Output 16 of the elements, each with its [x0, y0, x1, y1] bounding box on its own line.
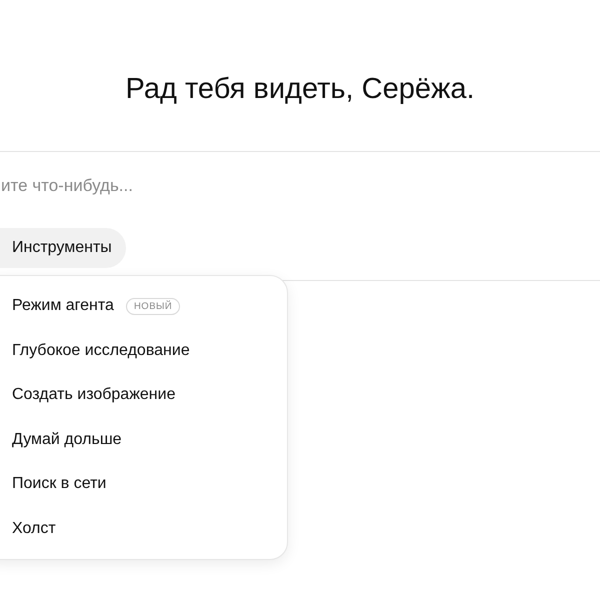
menu-item-label: Холст [12, 520, 56, 538]
menu-item-label: Режим агента [12, 297, 114, 316]
menu-item[interactable]: Создать изображение [0, 373, 287, 418]
menu-item[interactable]: Поиск в сети [0, 462, 287, 506]
message-input[interactable]: ите что-нибудь... [1, 172, 401, 200]
tools-button[interactable]: Инструменты [0, 228, 126, 268]
new-badge: НОВЫЙ [126, 298, 180, 315]
menu-item-label: Глубокое исследование [12, 342, 190, 360]
menu-item-label: Думай дольше [12, 430, 122, 449]
menu-item-label: Поиск в сети [12, 475, 106, 494]
menu-item-label: Создать изображение [12, 386, 176, 404]
menu-item[interactable]: Режим агента НОВЫЙ [0, 284, 287, 328]
greeting-heading: Рад тебя видеть, Серёжа. [124, 72, 476, 107]
menu-item[interactable]: Холст [0, 506, 287, 551]
menu-item[interactable]: Глубокое исследование [0, 328, 287, 373]
menu-item[interactable]: Думай дольше [0, 418, 287, 462]
